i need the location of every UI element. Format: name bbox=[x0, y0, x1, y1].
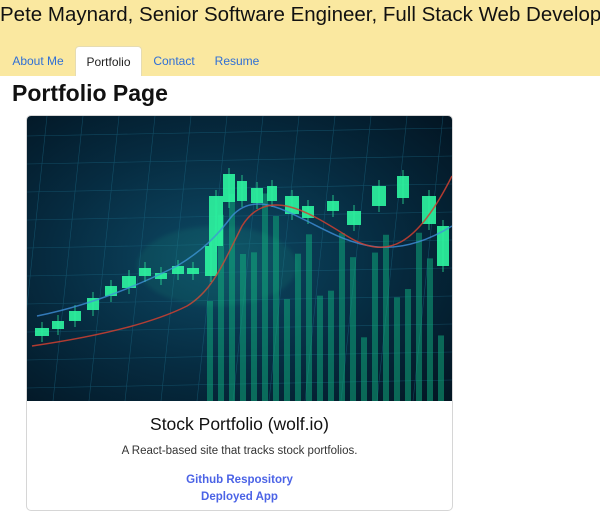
page-title: Portfolio Page bbox=[12, 80, 168, 106]
site-title: Pete Maynard, Senior Software Engineer, … bbox=[0, 3, 600, 26]
tab-about-me[interactable]: About Me bbox=[0, 46, 76, 76]
deployed-app-link[interactable]: Deployed App bbox=[27, 489, 452, 506]
project-description: A React-based site that tracks stock por… bbox=[121, 445, 358, 457]
site-header: Pete Maynard, Senior Software Engineer, … bbox=[0, 0, 600, 76]
github-repository-link[interactable]: Github Respository bbox=[27, 472, 452, 489]
project-title: Stock Portfolio (wolf.io) bbox=[150, 414, 329, 434]
tab-portfolio[interactable]: Portfolio bbox=[75, 46, 142, 76]
project-thumbnail-image bbox=[27, 116, 452, 401]
tab-resume[interactable]: Resume bbox=[206, 46, 268, 76]
card-body: Stock Portfolio (wolf.io) A React-based … bbox=[27, 401, 452, 506]
project-card: Stock Portfolio (wolf.io) A React-based … bbox=[26, 115, 453, 511]
tab-contact[interactable]: Contact bbox=[142, 46, 206, 76]
